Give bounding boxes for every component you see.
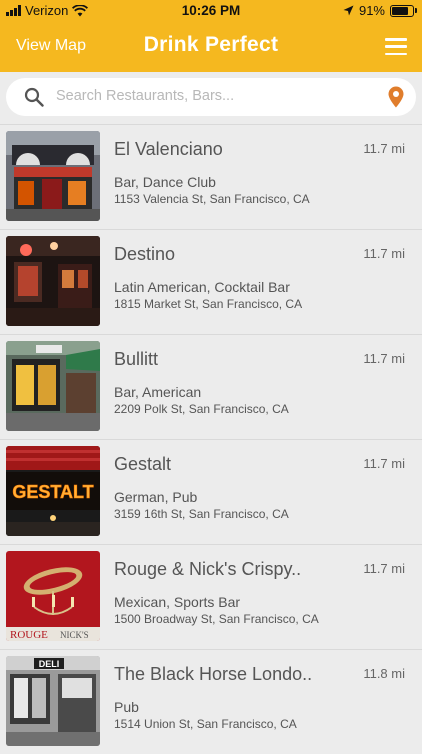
venue-photo <box>6 236 100 326</box>
list-item[interactable]: El Valenciano 11.7 mi Bar, Dance Club 11… <box>0 124 422 229</box>
gestalt-sign: GESTALT <box>12 482 93 502</box>
venue-address: 1514 Union St, San Francisco, CA <box>114 717 297 731</box>
venue-distance: 11.7 mi <box>363 456 405 471</box>
location-pin-icon[interactable] <box>388 86 404 108</box>
list-item[interactable]: DELI The Black Horse Londo.. 11.8 mi Pub… <box>0 649 422 754</box>
venue-name: The Black Horse Londo.. <box>114 664 313 684</box>
venue-category: Bar, Dance Club <box>114 174 216 190</box>
battery-icon <box>390 4 417 17</box>
venue-photo <box>6 131 100 221</box>
venue-name: Destino <box>114 244 176 264</box>
venue-address: 1153 Valencia St, San Francisco, CA <box>114 192 310 206</box>
deli-sign: DELI <box>39 659 60 669</box>
list-item[interactable]: Destino 11.7 mi Latin American, Cocktail… <box>0 229 422 334</box>
venue-name: El Valenciano <box>114 139 223 159</box>
venue-photo: DELI <box>6 656 100 746</box>
app-title: Drink Perfect <box>143 33 279 56</box>
venue-address: 1500 Broadway St, San Francisco, CA <box>114 612 319 626</box>
list-item[interactable]: GESTALT Gestalt 11.7 mi German, Pub 3159… <box>0 439 422 544</box>
venue-name: Bullitt <box>114 349 159 369</box>
venue-distance: 11.7 mi <box>363 561 405 576</box>
venue-distance: 11.7 mi <box>363 141 405 156</box>
venue-distance: 11.7 mi <box>363 246 405 261</box>
venue-address: 3159 16th St, San Francisco, CA <box>114 507 289 521</box>
venue-photo: ROUGE NICK'S <box>6 551 100 641</box>
venue-category: Mexican, Sports Bar <box>114 594 241 610</box>
hamburger-menu-icon[interactable] <box>385 38 407 55</box>
venue-photo: GESTALT <box>6 446 100 536</box>
app-header: Verizon 10:26 PM 91% View Map Drink Perf… <box>0 0 422 72</box>
search-icon <box>24 87 44 107</box>
venue-address: 1815 Market St, San Francisco, CA <box>114 297 303 311</box>
search-input[interactable]: Search Restaurants, Bars... <box>56 88 234 104</box>
venue-distance: 11.8 mi <box>363 666 405 681</box>
venue-name: Rouge & Nick's Crispy.. <box>114 559 302 579</box>
venue-category: Bar, American <box>114 384 202 400</box>
venue-category: German, Pub <box>114 489 198 505</box>
location-arrow-icon <box>343 5 354 16</box>
venue-address: 2209 Polk St, San Francisco, CA <box>114 402 289 416</box>
venue-category: Pub <box>114 699 139 715</box>
venue-photo <box>6 341 100 431</box>
list-item[interactable]: ROUGE NICK'S Rouge & Nick's Crispy.. 11.… <box>0 544 422 649</box>
rouge-sign: ROUGE <box>10 629 48 641</box>
list-item[interactable]: Bullitt 11.7 mi Bar, American 2209 Polk … <box>0 334 422 439</box>
battery-percent: 91% <box>358 3 385 18</box>
venue-category: Latin American, Cocktail Bar <box>114 279 290 295</box>
nicks-sign: NICK'S <box>60 630 89 640</box>
status-bar: Verizon 10:26 PM 91% <box>0 0 422 22</box>
venue-list: El Valenciano 11.7 mi Bar, Dance Club 11… <box>0 124 422 754</box>
venue-distance: 11.7 mi <box>363 351 405 366</box>
venue-name: Gestalt <box>114 454 172 474</box>
search-bar[interactable]: Search Restaurants, Bars... <box>6 78 416 116</box>
